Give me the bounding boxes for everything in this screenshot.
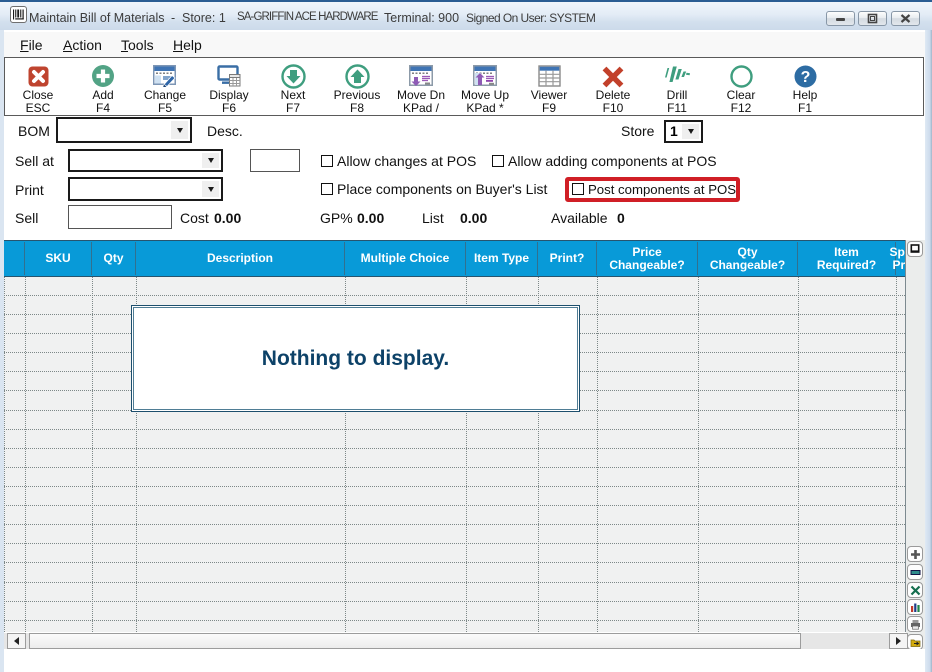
svg-text:?: ? — [800, 69, 810, 86]
